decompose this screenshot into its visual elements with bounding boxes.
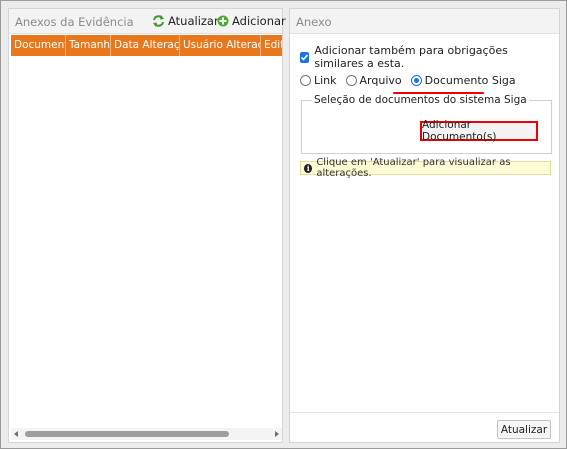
add-label: Adicionar bbox=[232, 14, 286, 28]
check-icon bbox=[301, 53, 309, 61]
radio-file-input[interactable] bbox=[345, 75, 357, 86]
horizontal-scrollbar[interactable] bbox=[11, 428, 282, 440]
refresh-icon bbox=[152, 15, 165, 27]
window-frame: Anexos da Evidência Atualizar Adicionar … bbox=[0, 0, 567, 449]
siga-document-selection-legend: Seleção de documentos do sistema Siga bbox=[312, 94, 529, 106]
similar-obligations-checkbox[interactable] bbox=[300, 51, 310, 63]
attachment-panel-title: Anexo bbox=[296, 15, 332, 29]
column-header[interactable]: Tamanho bbox=[66, 35, 111, 56]
update-button[interactable]: Atualizar bbox=[497, 420, 551, 439]
attachments-panel-header: Anexos da Evidência Atualizar Adicionar bbox=[9, 9, 286, 34]
radio-siga-document-label: Documento Siga bbox=[424, 74, 516, 87]
scrollbar-thumb[interactable] bbox=[25, 431, 229, 437]
scroll-right-icon[interactable] bbox=[275, 431, 279, 437]
radio-link-input[interactable] bbox=[300, 75, 311, 86]
info-message-text: Clique em 'Atualizar' para visualizar as… bbox=[316, 157, 511, 179]
info-icon: i bbox=[304, 163, 313, 173]
similar-obligations-option[interactable]: Adicionar também para obrigações similar… bbox=[300, 44, 559, 70]
column-header[interactable]: Editar bbox=[261, 35, 282, 56]
radio-file-label: Arquivo bbox=[359, 74, 402, 87]
similar-obligations-label: Adicionar também para obrigações similar… bbox=[314, 44, 508, 70]
attachments-panel-title: Anexos da Evidência bbox=[15, 15, 134, 29]
radio-link-label: Link bbox=[314, 74, 337, 87]
attachments-grid-header: Documento Tamanho Data Alteração Usuário… bbox=[11, 35, 282, 56]
radio-link[interactable]: Link bbox=[300, 74, 337, 87]
scroll-left-icon[interactable] bbox=[14, 431, 18, 437]
column-header[interactable]: Usuário Alteração bbox=[180, 35, 261, 56]
attachment-panel-footer: Atualizar bbox=[290, 412, 559, 442]
attachments-panel: Anexos da Evidência Atualizar Adicionar … bbox=[8, 8, 286, 443]
info-message: i Clique em 'Atualizar' para visualizar … bbox=[300, 157, 551, 179]
attachment-panel: Anexo Adicionar também para obrigações s… bbox=[289, 8, 560, 443]
radio-file[interactable]: Arquivo bbox=[345, 74, 402, 87]
attachment-type-radio-group: Link Arquivo Documento Siga bbox=[300, 74, 516, 87]
add-document-button[interactable]: Adicionar Documento(s) bbox=[420, 119, 538, 143]
radio-siga-document[interactable]: Documento Siga bbox=[410, 74, 516, 87]
add-attachment-button[interactable]: Adicionar bbox=[217, 14, 286, 28]
add-icon bbox=[217, 15, 229, 27]
attachment-panel-header: Anexo bbox=[290, 9, 559, 34]
column-header[interactable]: Data Alteração bbox=[111, 35, 180, 56]
refresh-label: Atualizar bbox=[168, 14, 219, 28]
siga-document-selection: Seleção de documentos do sistema Siga Ad… bbox=[301, 94, 552, 154]
column-header[interactable]: Documento bbox=[11, 35, 66, 56]
refresh-button[interactable]: Atualizar bbox=[152, 14, 219, 28]
attachments-grid-body bbox=[11, 56, 282, 426]
radio-siga-document-input[interactable] bbox=[410, 75, 422, 86]
